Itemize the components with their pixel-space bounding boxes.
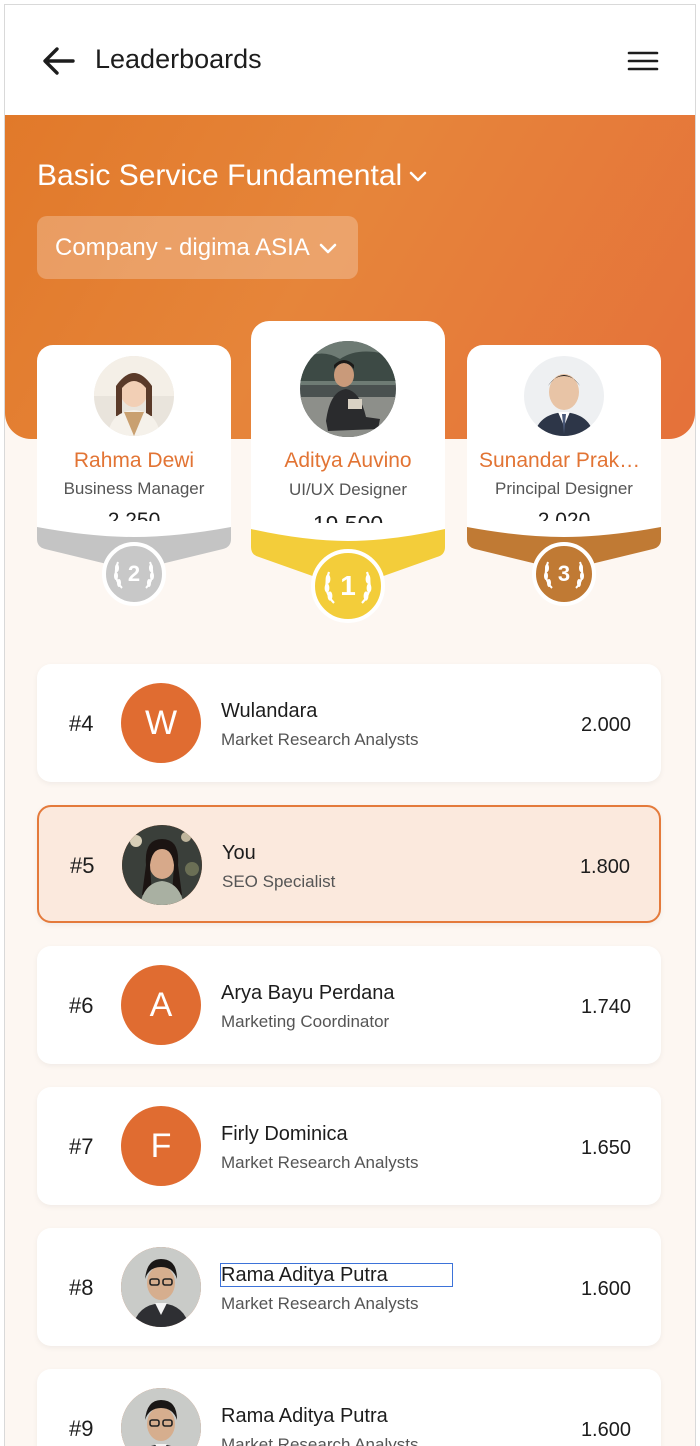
user-score: 1.800 <box>579 856 630 878</box>
rank-label: #9 <box>69 1416 94 1441</box>
rank-label: #8 <box>69 1275 94 1300</box>
podium-role: Business Manager <box>63 479 205 498</box>
user-score: 1.740 <box>580 996 631 1018</box>
avatar: A <box>121 965 201 1045</box>
user-role: Market Research Analysts <box>221 730 419 749</box>
podium-role: Principal Designer <box>495 479 633 498</box>
rank-label: #4 <box>69 711 94 736</box>
avatar <box>121 1247 201 1327</box>
user-role: Marketing Coordinator <box>221 1012 390 1031</box>
list-item[interactable]: #9 Rama Aditya Putra Market Research Ana… <box>37 1369 661 1446</box>
rank-label: #6 <box>69 993 94 1018</box>
list-item-current-user[interactable]: #5 You SEO Specialist 1.800 <box>37 805 661 923</box>
podium-name: Sunandar Prakoso <box>479 449 653 472</box>
avatar <box>122 825 202 905</box>
list-item[interactable]: #4 W Wulandara Market Research Analysts … <box>37 664 661 782</box>
avatar <box>300 341 396 437</box>
user-name: Rama Aditya Putra <box>220 1263 453 1287</box>
arrow-left-icon[interactable] <box>39 41 79 81</box>
medal-rank: 1 <box>340 570 356 601</box>
hamburger-menu-icon[interactable] <box>625 45 661 77</box>
user-score: 1.600 <box>580 1419 631 1441</box>
user-name: Firly Dominica <box>221 1123 348 1145</box>
user-name: You <box>222 842 256 864</box>
selected-name: Rama Aditya Putra <box>220 1263 453 1287</box>
user-role: Market Research Analysts <box>221 1294 419 1313</box>
podium-card-second[interactable]: Rahma Dewi Business Manager 2.250 <box>37 345 231 532</box>
user-name: Arya Bayu Perdana <box>221 982 395 1004</box>
user-role: SEO Specialist <box>222 872 336 891</box>
user-score: 1.650 <box>580 1137 631 1159</box>
avatar: F <box>121 1106 201 1186</box>
podium-role: UI/UX Designer <box>288 480 408 499</box>
silver-medal-icon: 2 <box>102 542 166 606</box>
rank-label: #7 <box>69 1134 94 1159</box>
bronze-medal-icon: 3 <box>532 542 596 606</box>
chevron-down-icon <box>409 171 427 182</box>
user-score: 1.600 <box>580 1278 631 1300</box>
list-item[interactable]: #7 F Firly Dominica Market Research Anal… <box>37 1087 661 1205</box>
podium-name: Rahma Dewi <box>73 449 195 472</box>
course-selector[interactable]: Basic Service Fundamental <box>37 159 428 193</box>
avatar <box>524 356 604 436</box>
rank-label: #5 <box>70 853 95 878</box>
leaderboard-screen: Leaderboards Basic Service Fundamental C… <box>4 4 696 1446</box>
user-role: Market Research Analysts <box>221 1435 419 1446</box>
avatar: W <box>121 683 201 763</box>
list-item[interactable]: #8 Rama Aditya Putra Market Research Ana… <box>37 1228 661 1346</box>
avatar <box>121 1388 201 1446</box>
app-bar: Leaderboards <box>5 5 695 115</box>
medal-rank: 3 <box>557 561 571 586</box>
user-role: Market Research Analysts <box>221 1153 419 1172</box>
page-title: Leaderboards <box>95 44 262 74</box>
chevron-down-icon <box>319 243 337 253</box>
podium-card-third[interactable]: Sunandar Prakoso Principal Designer 2.02… <box>467 345 661 532</box>
podium-name: Aditya Auvino <box>284 449 412 472</box>
user-score: 2.000 <box>580 714 631 736</box>
course-label: Basic Service Fundamental <box>37 159 403 192</box>
list-item[interactable]: #6 A Arya Bayu Perdana Marketing Coordin… <box>37 946 661 1064</box>
avatar <box>94 356 174 436</box>
podium-card-first[interactable]: Aditya Auvino UI/UX Designer 19.500 <box>251 321 445 537</box>
user-name: Wulandara <box>221 700 318 722</box>
company-filter-dropdown[interactable]: Company - digima ASIA <box>37 216 358 279</box>
user-name: Rama Aditya Putra <box>221 1405 388 1427</box>
medal-rank: 2 <box>127 561 141 586</box>
company-filter-label: Company - digima ASIA <box>55 234 310 261</box>
gold-medal-icon: 1 <box>311 549 385 623</box>
